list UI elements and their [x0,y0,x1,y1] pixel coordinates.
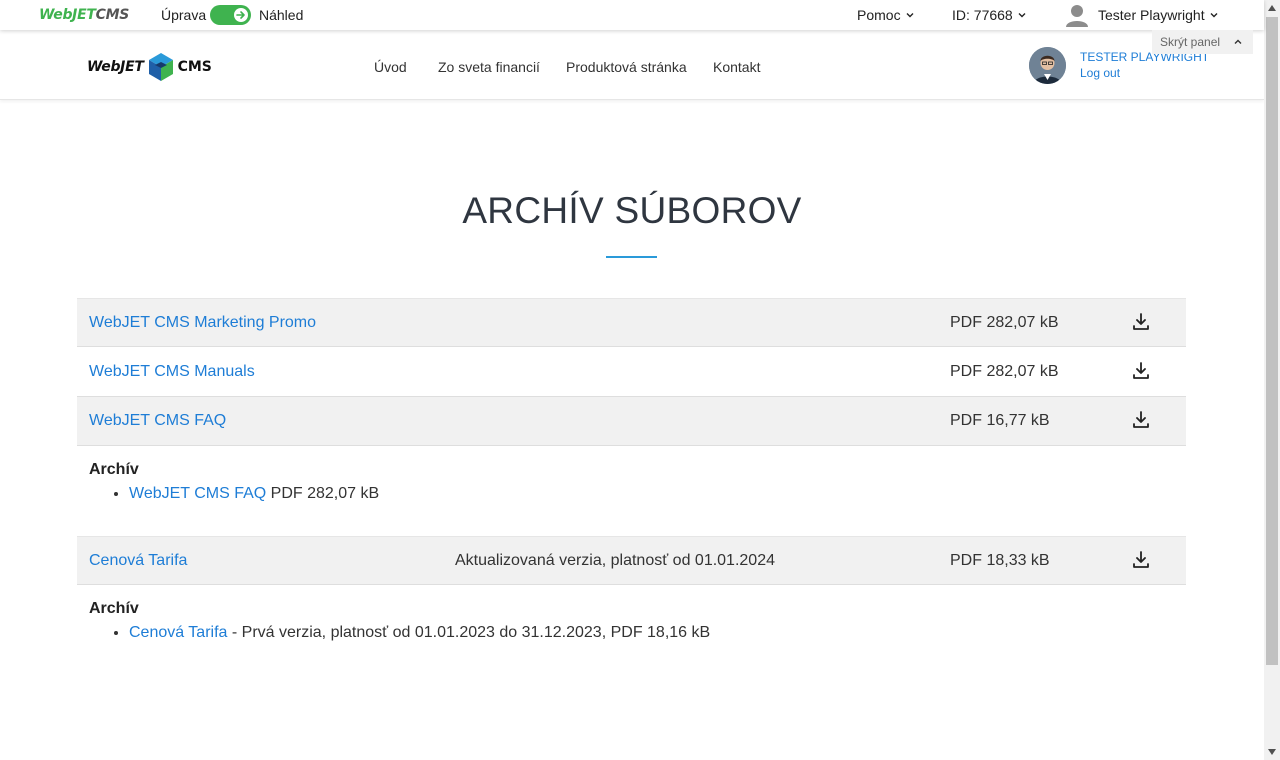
help-menu[interactable]: Pomoc [857,7,915,23]
site-logo[interactable]: WebJET CMS [87,53,212,81]
scroll-up-arrow-icon[interactable] [1264,0,1280,16]
admin-toolbar: WebJETCMS Úprava Náhled Pomoc ID: 77668 … [0,0,1264,30]
site-logo-right: CMS [177,59,212,75]
nav-item-uvod[interactable]: Úvod [374,59,407,75]
file-link[interactable]: WebJET CMS Manuals [89,363,255,381]
file-link[interactable]: Cenová Tarifa [89,552,187,570]
download-icon[interactable] [1131,410,1151,430]
nav-item-kontakt[interactable]: Kontakt [713,59,760,75]
archive-item: Cenová Tarifa - Prvá verzia, platnosť od… [129,624,710,642]
title-underline [606,256,657,258]
hide-panel-button[interactable]: Skrýt panel [1152,30,1253,54]
file-meta: PDF 282,07 kB [950,363,1059,380]
archive-list: WebJET CMS FAQ PDF 282,07 kB [129,485,379,503]
download-icon[interactable] [1131,550,1151,570]
archive-section: Archív Cenová Tarifa - Prvá verzia, plat… [89,600,710,642]
file-link[interactable]: WebJET CMS Marketing Promo [89,314,316,332]
file-meta: PDF 16,77 kB [950,412,1050,429]
archive-heading: Archív [89,600,139,617]
archive-section: Archív WebJET CMS FAQ PDF 282,07 kB [89,461,379,503]
file-row: WebJET CMS FAQ PDF 16,77 kB [77,397,1186,446]
edit-mode-label[interactable]: Úprava [161,7,206,23]
download-icon[interactable] [1131,312,1151,332]
user-icon [1066,3,1088,27]
file-description: Aktualizovaná verzia, platnosť od 01.01.… [455,552,775,569]
arrow-right-icon [234,8,248,22]
archive-file-link[interactable]: WebJET CMS FAQ [129,485,266,502]
file-link[interactable]: WebJET CMS FAQ [89,412,226,430]
user-menu[interactable]: Tester Playwright [1066,3,1219,27]
file-row: WebJET CMS Manuals PDF 282,07 kB [77,348,1186,397]
nav-item-zo-sveta-financii[interactable]: Zo sveta financií [438,59,540,75]
avatar [1029,47,1066,84]
admin-logo-green: WebJET [39,7,96,23]
archive-file-meta: PDF 282,07 kB [266,485,380,502]
file-row: WebJET CMS Marketing Promo PDF 282,07 kB [77,298,1186,347]
admin-logo[interactable]: WebJETCMS [39,7,129,23]
page-id-menu[interactable]: ID: 77668 [952,7,1027,23]
chevron-up-icon [1234,39,1242,44]
edit-view-toggle[interactable] [210,5,251,25]
archive-list: Cenová Tarifa - Prvá verzia, platnosť od… [129,624,710,642]
scroll-down-arrow-icon[interactable] [1264,744,1280,760]
help-label: Pomoc [857,7,901,23]
archive-file-link[interactable]: Cenová Tarifa [129,624,227,641]
file-meta: PDF 18,33 kB [950,552,1050,569]
view-mode-label[interactable]: Náhled [259,7,303,23]
chevron-down-icon [1210,13,1218,18]
download-icon[interactable] [1131,361,1151,381]
file-meta: PDF 282,07 kB [950,314,1059,331]
file-row: Cenová Tarifa Aktualizovaná verzia, plat… [77,536,1186,585]
page-id-label: ID: 77668 [952,7,1013,23]
site-logo-left: WebJET [87,59,144,75]
admin-logo-dark: CMS [95,7,130,23]
archive-file-meta: - Prvá verzia, platnosť od 01.01.2023 do… [227,624,711,641]
cube-logo-icon [148,53,173,81]
archive-heading: Archív [89,461,139,478]
chevron-down-icon [906,13,914,18]
page-title: ARCHÍV SÚBOROV [462,190,802,231]
page: WebJETCMS Úprava Náhled Pomoc ID: 77668 … [0,0,1280,760]
user-name: Tester Playwright [1098,7,1205,23]
site-header: WebJET CMS Úvod Zo sveta financií Produk… [0,30,1264,100]
hide-panel-label: Skrýt panel [1160,35,1221,49]
chevron-down-icon [1018,13,1026,18]
archive-item: WebJET CMS FAQ PDF 282,07 kB [129,485,379,503]
nav-item-produktova-stranka[interactable]: Produktová stránka [566,59,687,75]
page-scrollbar[interactable] [1264,0,1280,760]
logout-link[interactable]: Log out [1080,66,1120,80]
scrollbar-thumb[interactable] [1266,17,1278,665]
